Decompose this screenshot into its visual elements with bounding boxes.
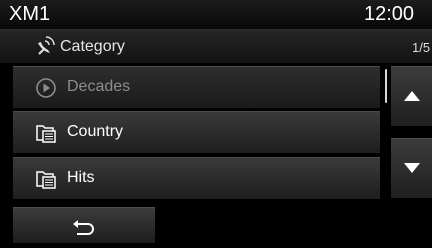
- folder-list-icon: [36, 125, 56, 143]
- list-item-hits[interactable]: Hits: [13, 157, 380, 199]
- return-arrow-icon: [73, 220, 94, 235]
- satellite-icon: [38, 36, 55, 55]
- list-item-country[interactable]: Country: [13, 111, 380, 153]
- list-item-label: Hits: [67, 169, 95, 186]
- back-button[interactable]: [13, 207, 155, 243]
- list-item-label: Decades: [67, 78, 131, 95]
- play-circle-icon: [36, 78, 56, 98]
- app-title: XM1: [9, 3, 51, 25]
- list-item-label: Country: [67, 123, 124, 140]
- clock: 12:00: [364, 3, 415, 25]
- list-item-decades[interactable]: Decades: [13, 66, 380, 108]
- scroll-down-button[interactable]: [391, 138, 432, 198]
- title-bar: XM1 12:00: [0, 0, 432, 30]
- scroll-position-indicator: [385, 69, 387, 103]
- page-indicator: 1/5: [412, 40, 431, 55]
- triangle-down-icon: [404, 163, 420, 173]
- folder-list-icon: [36, 171, 56, 189]
- category-label: Category: [60, 38, 125, 55]
- category-header: Category 1/5: [0, 30, 432, 63]
- scroll-up-button[interactable]: [391, 66, 432, 126]
- triangle-up-icon: [404, 91, 420, 101]
